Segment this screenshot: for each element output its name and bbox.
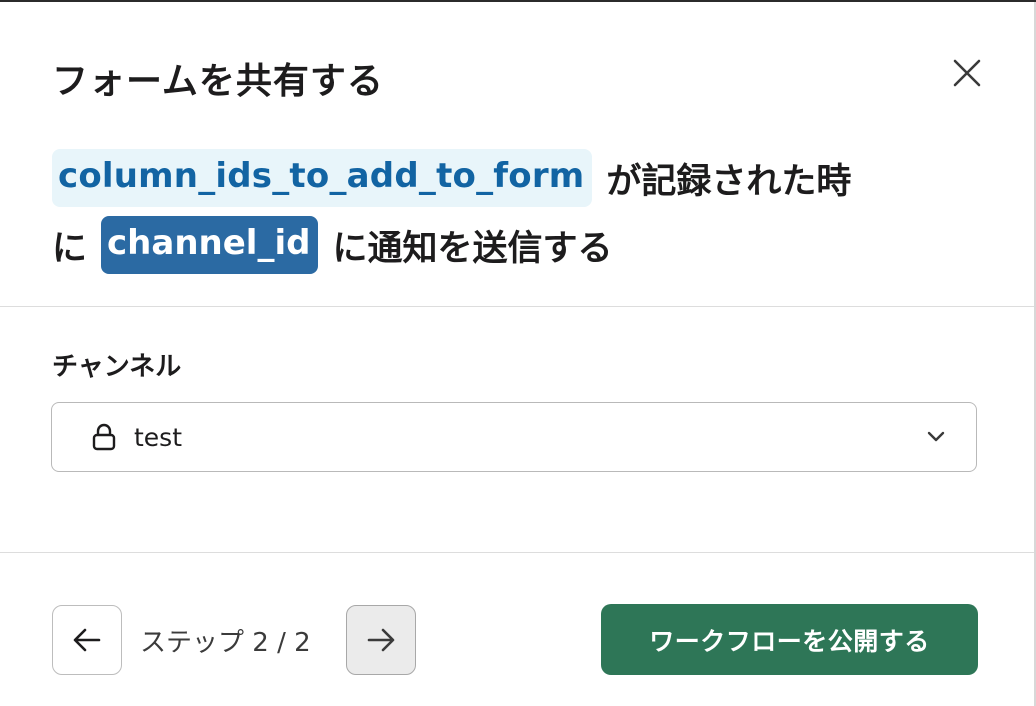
publish-workflow-button[interactable]: ワークフローを公開する <box>601 604 978 675</box>
variable-chip-channel-id: channel_id <box>101 216 319 274</box>
arrow-right-icon <box>367 628 395 652</box>
previous-step-button[interactable] <box>52 605 122 675</box>
summary-text-notify: に通知を送信する <box>332 228 613 269</box>
modal-title: フォームを共有する <box>52 61 384 102</box>
chevron-down-icon <box>926 427 946 451</box>
variable-chip-column-ids: column_ids_to_add_to_form <box>52 149 593 207</box>
close-icon <box>953 59 981 87</box>
share-form-modal: フォームを共有する column_ids_to_add_to_form が記録さ… <box>0 2 1036 706</box>
channel-select[interactable]: test <box>51 402 977 472</box>
summary-text-ni: に <box>52 228 88 269</box>
footer-divider <box>0 552 1034 553</box>
header-divider <box>0 306 1034 307</box>
next-step-button[interactable] <box>346 605 416 675</box>
channel-select-value: test <box>134 422 183 452</box>
summary-line-2: に channel_id に通知を送信する <box>52 214 612 276</box>
arrow-left-icon <box>73 628 101 652</box>
summary-text-recorded: が記録された時 <box>606 161 852 202</box>
channel-label: チャンネル <box>52 352 182 382</box>
step-indicator: ステップ 2 / 2 <box>140 628 311 658</box>
lock-icon <box>92 423 116 451</box>
summary-line-1: column_ids_to_add_to_form が記録された時 <box>52 147 851 209</box>
close-button[interactable] <box>948 54 986 92</box>
